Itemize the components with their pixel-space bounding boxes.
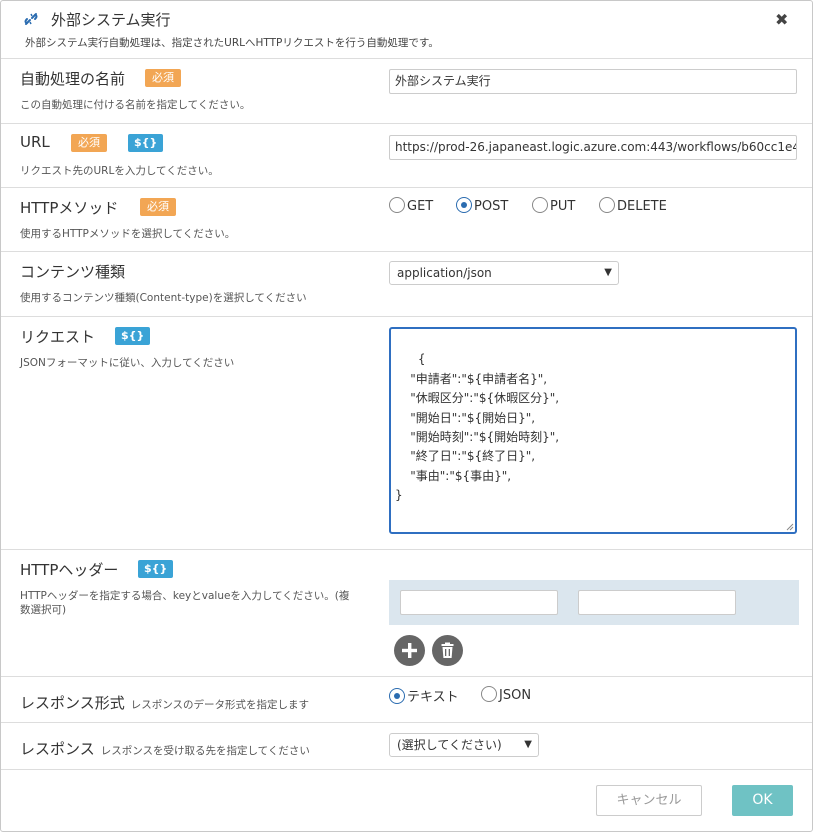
http-method-label: HTTPメソッド (20, 199, 119, 217)
radio-post[interactable]: POST (456, 197, 508, 214)
row-content-type: コンテンツ種類 使用するコンテンツ種類(Content-type)を選択してくだ… (1, 252, 812, 317)
dialog-title: 外部システム実行 (51, 11, 171, 29)
dialog-header: 外部システム実行 外部システム実行自動処理は、指定されたURLへHTTPリクエス… (1, 1, 812, 59)
add-header-button[interactable] (394, 635, 425, 666)
response-format-help: レスポンスのデータ形式を指定します (130, 699, 309, 711)
response-label-wrap: レスポンス レスポンスを受け取る先を指定してください (20, 738, 310, 759)
required-badge: 必須 (145, 69, 181, 87)
http-headers-help-line1: HTTPヘッダーを指定する場合、keyとvalueを入力してください。(複 (20, 590, 350, 602)
radio-get[interactable]: GET (389, 197, 433, 214)
variable-badge[interactable]: ${} (115, 327, 151, 345)
row-response: レスポンス レスポンスを受け取る先を指定してください (選択してください) ▼ (1, 723, 812, 770)
automation-name-help: この自動処理に付ける名前を指定してください。 (20, 99, 251, 111)
radio-circle (389, 197, 405, 213)
header-key-input[interactable] (400, 590, 558, 615)
automation-name-input[interactable]: 外部システム実行 (389, 69, 797, 94)
response-format-label: レスポンス形式 (20, 694, 125, 712)
ok-button[interactable]: OK (732, 785, 793, 816)
radio-circle-checked (389, 688, 405, 704)
content-type-select[interactable]: application/json ▼ (389, 261, 619, 285)
required-badge: 必須 (71, 134, 107, 152)
variable-badge[interactable]: ${} (128, 134, 164, 152)
radio-delete[interactable]: DELETE (599, 197, 667, 214)
chevron-down-icon: ▼ (524, 739, 532, 750)
radio-circle (599, 197, 615, 213)
radio-circle (481, 686, 497, 702)
url-help: リクエスト先のURLを入力してください。 (20, 165, 219, 177)
resize-grip-icon[interactable] (786, 523, 794, 531)
response-format-label-wrap: レスポンス形式 レスポンスのデータ形式を指定します (20, 692, 309, 713)
dialog-footer: キャンセル OK (1, 771, 812, 831)
http-headers-help-line2: 数選択可) (20, 604, 67, 616)
radio-text[interactable]: テキスト (389, 686, 459, 705)
link-icon (24, 13, 38, 25)
content-type-label: コンテンツ種類 (20, 263, 126, 281)
row-http-headers: HTTPヘッダー ${} HTTPヘッダーを指定する場合、keyとvalueを入… (1, 550, 812, 677)
response-label: レスポンス (20, 740, 95, 758)
request-body-textarea[interactable]: { "申請者":"${申請者名}", "休暇区分":"${休暇区分}", "開始… (389, 327, 797, 534)
request-label: リクエスト (20, 328, 96, 346)
close-icon[interactable]: ✖ (775, 10, 788, 29)
header-value-input[interactable] (578, 590, 736, 615)
header-pair-box (389, 580, 799, 625)
request-help: JSONフォーマットに従い、入力してください (20, 357, 235, 369)
radio-circle-checked (456, 197, 472, 213)
url-input[interactable]: https://prod-26.japaneast.logic.azure.co… (389, 135, 797, 160)
row-automation-name: 自動処理の名前 必須 この自動処理に付ける名前を指定してください。 外部システム… (1, 59, 812, 124)
trash-icon (441, 642, 454, 658)
url-label: URL (20, 133, 50, 151)
radio-put[interactable]: PUT (532, 197, 575, 214)
http-method-help: 使用するHTTPメソッドを選択してください。 (20, 228, 236, 240)
automation-name-label: 自動処理の名前 (20, 70, 126, 88)
http-headers-label: HTTPヘッダー (20, 561, 119, 579)
chevron-down-icon: ▼ (604, 267, 612, 278)
cancel-button[interactable]: キャンセル (596, 785, 702, 816)
dialog-description: 外部システム実行自動処理は、指定されたURLへHTTPリクエストを行う自動処理で… (25, 37, 439, 49)
plus-icon (402, 643, 417, 658)
required-badge: 必須 (140, 198, 176, 216)
variable-badge[interactable]: ${} (138, 560, 174, 578)
row-url: URL 必須 ${} リクエスト先のURLを入力してください。 https://… (1, 124, 812, 188)
radio-json[interactable]: JSON (481, 686, 531, 703)
response-target-select[interactable]: (選択してください) ▼ (389, 733, 539, 757)
response-help: レスポンスを受け取る先を指定してください (100, 745, 310, 757)
delete-header-button[interactable] (432, 635, 463, 666)
content-type-help: 使用するコンテンツ種類(Content-type)を選択してください (20, 292, 307, 304)
row-response-format: レスポンス形式 レスポンスのデータ形式を指定します テキスト JSON (1, 677, 812, 723)
external-system-dialog: 外部システム実行 外部システム実行自動処理は、指定されたURLへHTTPリクエス… (0, 0, 813, 832)
row-request: リクエスト ${} JSONフォーマットに従い、入力してください { "申請者"… (1, 317, 812, 550)
radio-circle (532, 197, 548, 213)
row-http-method: HTTPメソッド 必須 使用するHTTPメソッドを選択してください。 GET P… (1, 188, 812, 252)
